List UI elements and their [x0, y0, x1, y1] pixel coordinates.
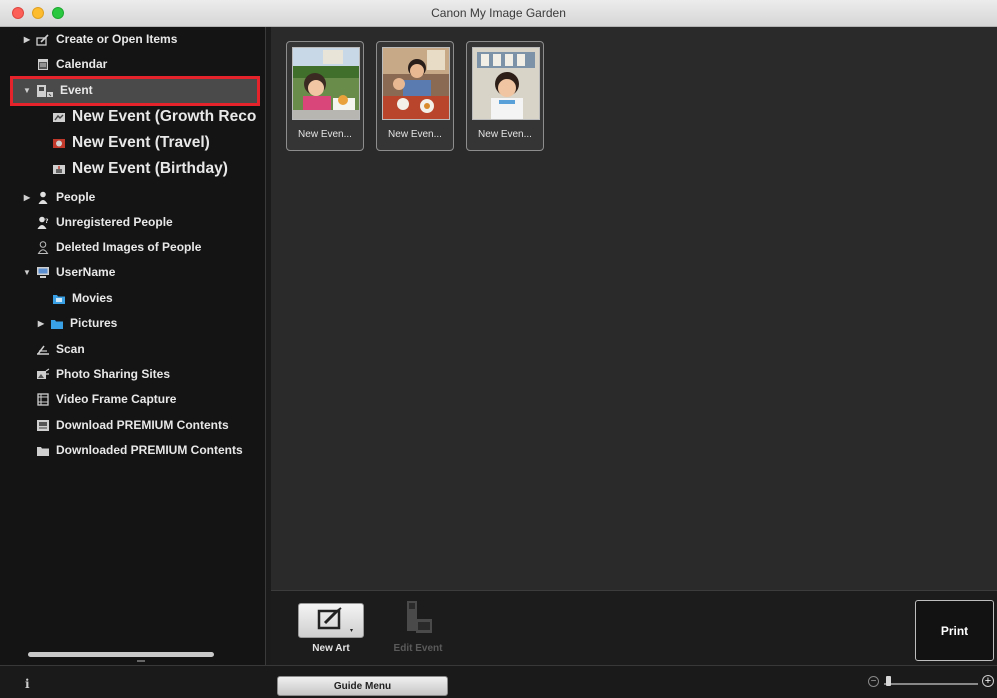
create-items-icon	[36, 33, 50, 46]
edit-event-label: Edit Event	[393, 643, 443, 654]
event-photo	[472, 47, 540, 120]
sidebar-item-scan[interactable]: Scan	[36, 337, 85, 361]
disclosure-open-icon[interactable]: ▼	[22, 268, 32, 277]
folder-icon	[50, 317, 64, 330]
new-art-button[interactable]	[298, 603, 364, 638]
zoom-slider-thumb[interactable]	[886, 676, 891, 686]
event-birthday-icon	[52, 163, 66, 176]
thumbnail-caption: New Even...	[388, 129, 442, 140]
sidebar-item-label: Photo Sharing Sites	[56, 367, 171, 381]
disclosure-closed-icon[interactable]: ▶	[22, 35, 32, 44]
deleted-person-icon	[36, 240, 50, 254]
status-bar: i Guide Menu − +	[0, 665, 997, 698]
sidebar-item-label: Video Frame Capture	[56, 392, 177, 406]
sidebar-item-photo-sharing-sites[interactable]: Photo Sharing Sites	[36, 362, 170, 386]
sidebar-item-movies[interactable]: Movies	[52, 286, 113, 310]
zoom-out-icon[interactable]: −	[868, 676, 879, 687]
edit-event-icon	[407, 601, 432, 633]
sidebar-item-download-premium-contents[interactable]: Download PREMIUM Contents	[36, 413, 229, 437]
sidebar-item-video-frame-capture[interactable]: Video Frame Capture	[36, 387, 176, 411]
thumbnail-caption: New Even...	[478, 129, 532, 140]
calendar-icon	[36, 58, 50, 71]
sidebar-item-deleted-images-of-people[interactable]: Deleted Images of People	[36, 235, 201, 259]
event-growth-icon	[52, 111, 66, 124]
app-window: Canon My Image Garden ▶ Create or Open I…	[0, 0, 997, 698]
event-travel-icon	[52, 137, 66, 150]
event-thumbnail[interactable]: New Even...	[286, 41, 364, 151]
sidebar: ▶ Create or Open Items Calendar ▼ Event	[0, 27, 266, 665]
sidebar-item-label: Scan	[56, 342, 85, 356]
bottom-toolbar: New Art Edit Event Print	[271, 590, 997, 666]
new-art-label: New Art	[312, 643, 350, 654]
window-title: Canon My Image Garden	[431, 6, 566, 20]
main-content-area: New Even... New Even... New Even...	[271, 27, 997, 590]
video-frame-icon	[36, 392, 50, 406]
sidebar-item-label: Create or Open Items	[56, 32, 178, 46]
sidebar-item-label: Movies	[72, 291, 113, 305]
folder-icon	[52, 292, 66, 305]
sidebar-item-label: Download PREMIUM Contents	[56, 418, 229, 432]
sidebar-item-label: Calendar	[56, 57, 108, 71]
sidebar-resize-grip[interactable]	[137, 660, 145, 662]
sidebar-item-label: Deleted Images of People	[56, 240, 202, 254]
sidebar-item-label: People	[56, 190, 96, 204]
disclosure-closed-icon[interactable]: ▶	[22, 193, 32, 202]
sidebar-item-label: New Event (Birthday)	[72, 160, 228, 177]
svg-text:?: ?	[45, 218, 49, 225]
sidebar-item-label: Pictures	[70, 316, 118, 330]
photo-sharing-icon	[36, 368, 50, 381]
sidebar-item-label: Unregistered People	[56, 215, 173, 229]
event-photo	[292, 47, 360, 120]
downloaded-folder-icon	[36, 444, 50, 457]
guide-menu-button[interactable]: Guide Menu	[277, 676, 448, 696]
selection-highlight-box	[10, 76, 260, 106]
sidebar-item-unregistered-people[interactable]: ? Unregistered People	[36, 210, 173, 234]
disclosure-closed-icon[interactable]: ▶	[36, 319, 46, 328]
zoom-slider-track[interactable]	[884, 683, 978, 685]
title-bar: Canon My Image Garden	[0, 0, 997, 27]
unregistered-person-icon: ?	[36, 216, 50, 229]
download-icon	[36, 419, 50, 432]
sidebar-item-label: UserName	[56, 265, 116, 279]
scan-icon	[36, 343, 50, 356]
thumbnail-caption: New Even...	[298, 129, 352, 140]
sidebar-item-new-event-growth[interactable]: New Event (Growth Reco	[52, 104, 256, 130]
event-thumbnail[interactable]: New Even...	[376, 41, 454, 151]
sidebar-item-downloaded-premium-contents[interactable]: Downloaded PREMIUM Contents	[36, 438, 243, 462]
computer-icon	[36, 266, 50, 279]
sidebar-item-label: Downloaded PREMIUM Contents	[56, 443, 243, 457]
print-button[interactable]: Print	[915, 600, 994, 661]
sidebar-item-username[interactable]: ▼ UserName	[22, 260, 115, 284]
sidebar-item-label: New Event (Growth Reco	[72, 108, 257, 125]
info-icon[interactable]: i	[25, 677, 30, 691]
sidebar-item-people[interactable]: ▶ People	[22, 185, 95, 209]
sidebar-horizontal-scrollbar[interactable]	[28, 652, 214, 657]
event-photo	[382, 47, 450, 120]
sidebar-item-new-event-travel[interactable]: New Event (Travel)	[52, 130, 210, 156]
sidebar-item-create-or-open-items[interactable]: ▶ Create or Open Items	[22, 27, 177, 51]
sidebar-item-label: New Event (Travel)	[72, 134, 210, 151]
zoom-in-icon[interactable]: +	[982, 675, 994, 687]
event-thumbnail[interactable]: New Even...	[466, 41, 544, 151]
edit-event-button[interactable]	[398, 599, 438, 643]
person-icon	[36, 191, 50, 204]
sidebar-item-pictures[interactable]: ▶ Pictures	[36, 311, 117, 335]
sidebar-item-calendar[interactable]: Calendar	[36, 52, 107, 76]
sidebar-item-new-event-birthday[interactable]: New Event (Birthday)	[52, 156, 228, 182]
new-art-icon	[317, 607, 353, 632]
